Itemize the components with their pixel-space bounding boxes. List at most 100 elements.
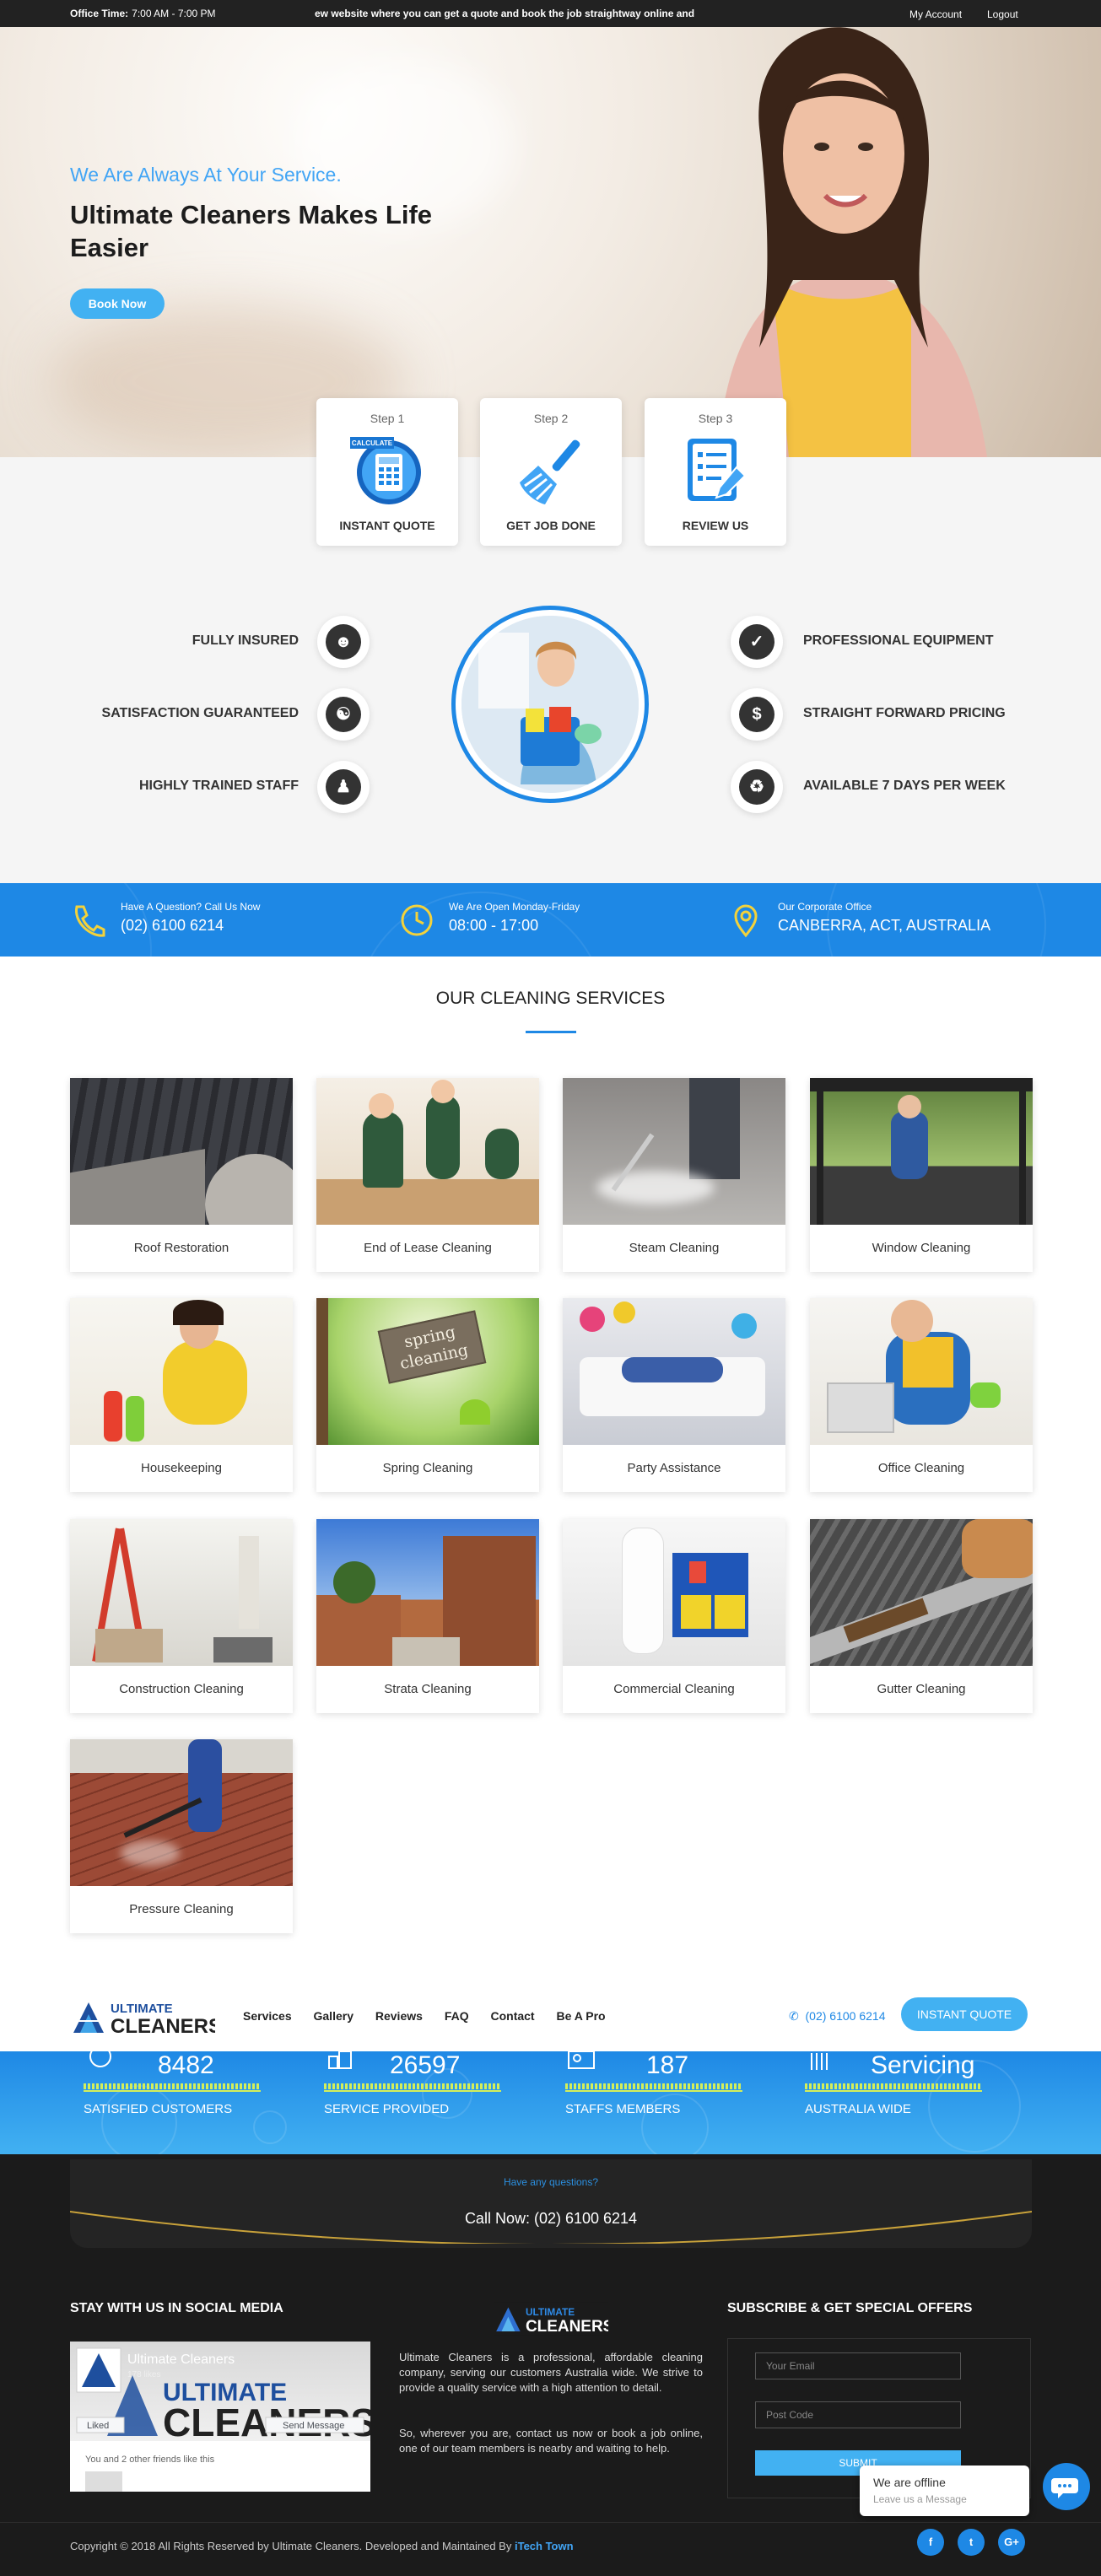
service-photo [563,1298,785,1445]
my-account-link[interactable]: My Account [909,8,962,20]
nav-phone[interactable]: ✆ (02) 6100 6214 [789,2009,885,2024]
service-card-roof-restoration[interactable]: Roof Restoration [70,1078,293,1272]
user-shield-icon: ☻ [317,616,370,668]
social-title: STAY WITH US IN SOCIAL MEDIA [70,2301,283,2315]
contact-label: Have A Question? Call Us Now [121,901,261,913]
top-bar: Office Time: 7:00 AM - 7:00 PM ew website… [0,0,1101,27]
contact-value: CANBERRA, ACT, AUSTRALIA [778,917,991,934]
service-name: Window Cleaning [872,1241,971,1255]
step-review-us[interactable]: Step 3 REVIEW US [645,398,786,546]
office-time: Office Time: 7:00 AM - 7:00 PM [70,8,216,19]
about-text-2: So, wherever you are, contact us now or … [399,2427,703,2455]
service-card-spring-cleaning[interactable]: spring cleaning Spring Cleaning [316,1298,539,1492]
id-card-icon [568,2051,595,2069]
broom-icon [520,439,580,504]
chat-launcher[interactable] [1043,2463,1090,2510]
office-hours: 7:00 AM - 7:00 PM [132,8,216,19]
footer-logo[interactable]: ULTIMATE CLEANERS [494,2301,608,2336]
book-now-button[interactable]: Book Now [70,288,165,319]
team-icon: ♟ [317,761,370,813]
chat-popup[interactable]: We are offline Leave us a Message [860,2466,1029,2516]
service-card-end-of-lease[interactable]: End of Lease Cleaning [316,1078,539,1272]
contact-value: 08:00 - 17:00 [449,917,539,934]
service-card-pressure-cleaning[interactable]: Pressure Cleaning [70,1739,293,1933]
step-instant-quote[interactable]: Step 1 CALCULATE INSTANT QUOTE [316,398,458,546]
service-photo [70,1298,293,1445]
calculator-icon: CALCULATE [350,437,421,504]
facebook-widget[interactable]: Ultimate Cleaners 178 likes ULTIMATE CLE… [70,2342,370,2492]
dollar-icon: $ [731,688,783,741]
nav-services[interactable]: Services [243,2009,292,2023]
feature-satisfaction: SATISFACTION GUARANTEED ☯ [101,688,371,741]
main-menu: Services Gallery Reviews FAQ Contact Be … [243,2009,624,2023]
chat-status: We are offline [873,2476,946,2489]
stat-value: 26597 [390,2051,461,2079]
columns-icon [811,2053,828,2070]
nav-gallery[interactable]: Gallery [314,2009,354,2023]
service-card-commercial-cleaning[interactable]: Commercial Cleaning [563,1519,785,1713]
service-card-gutter-cleaning[interactable]: Gutter Cleaning [810,1519,1033,1713]
logo-line1: ULTIMATE [111,2002,173,2016]
service-name: Housekeeping [141,1461,222,1475]
service-card-party-assistance[interactable]: Party Assistance [563,1298,785,1492]
stat-label: SERVICE PROVIDED [324,2102,450,2116]
service-name: Commercial Cleaning [613,1682,735,1696]
nav-reviews[interactable]: Reviews [375,2009,423,2023]
recycle-icon: ♻ [731,761,783,813]
fb-send-message-button[interactable]: Send Message [283,2421,344,2431]
office-time-label: Office Time: [70,8,129,19]
nav-contact[interactable]: Contact [490,2009,534,2023]
logout-link[interactable]: Logout [987,8,1018,20]
service-photo [810,1298,1033,1445]
nav-phone-number: (02) 6100 6214 [805,2009,886,2023]
instant-quote-button[interactable]: INSTANT QUOTE [901,1997,1028,2031]
stat-label: SATISFIED CUSTOMERS [84,2102,233,2116]
nav-be-a-pro[interactable]: Be A Pro [557,2009,606,2023]
service-card-strata-cleaning[interactable]: Strata Cleaning [316,1519,539,1713]
phone-icon: ✆ [789,2009,799,2023]
question-small: Have any questions? [503,2176,599,2188]
building-icon [328,2051,352,2069]
service-name: Spring Cleaning [382,1461,473,1475]
service-card-steam-cleaning[interactable]: Steam Cleaning [563,1078,785,1272]
facebook-icon[interactable]: f [917,2529,944,2556]
service-card-construction-cleaning[interactable]: Construction Cleaning [70,1519,293,1713]
feature-professional-equipment: ✓ PROFESSIONAL EQUIPMENT [731,616,1034,668]
spring-cleaning-sign: spring cleaning [377,1310,487,1384]
stat-value: Servicing [871,2051,975,2079]
customer-icon [89,2051,111,2067]
clock-icon [401,904,433,936]
service-card-office-cleaning[interactable]: Office Cleaning [810,1298,1033,1492]
logo-line1: ULTIMATE [526,2306,575,2318]
service-name: Steam Cleaning [629,1241,720,1255]
stat-value: 187 [646,2051,689,2079]
service-photo [563,1078,785,1225]
service-name: End of Lease Cleaning [364,1241,492,1255]
postcode-field[interactable]: Post Code [755,2401,961,2428]
feature-label: STRAIGHT FORWARD PRICING [803,706,1006,720]
service-card-housekeeping[interactable]: Housekeeping [70,1298,293,1492]
step-number: Step 3 [698,412,733,425]
step-get-job-done[interactable]: Step 2 GET JOB DONE [480,398,622,546]
stat-label: STAFFS MEMBERS [565,2102,681,2116]
title-underline [526,1031,576,1033]
service-name: Construction Cleaning [119,1682,244,1696]
google-plus-icon[interactable]: G+ [998,2529,1025,2556]
location-pin-icon [734,904,758,938]
service-photo [810,1519,1033,1666]
handshake-icon: ☯ [317,688,370,741]
developer-link[interactable]: iTech Town [515,2540,574,2552]
stats-strip: 8482 SATISFIED CUSTOMERS 26597 SERVICE P… [0,2051,1101,2154]
email-field[interactable]: Your Email [755,2352,961,2379]
logo-line2: CLEANERS [111,2015,215,2038]
service-photo [316,1519,539,1666]
ultimate-cleaners-logo[interactable]: ULTIMATE CLEANERS [70,1996,215,2038]
service-name: Strata Cleaning [384,1682,472,1696]
contact-value: (02) 6100 6214 [121,917,224,934]
service-name: Roof Restoration [133,1241,229,1255]
service-card-window-cleaning[interactable]: Window Cleaning [810,1078,1033,1272]
logo-line2: CLEANERS [526,2318,608,2336]
twitter-icon[interactable]: t [958,2529,985,2556]
fb-liked-button[interactable]: Liked [87,2421,109,2431]
nav-faq[interactable]: FAQ [445,2009,469,2023]
